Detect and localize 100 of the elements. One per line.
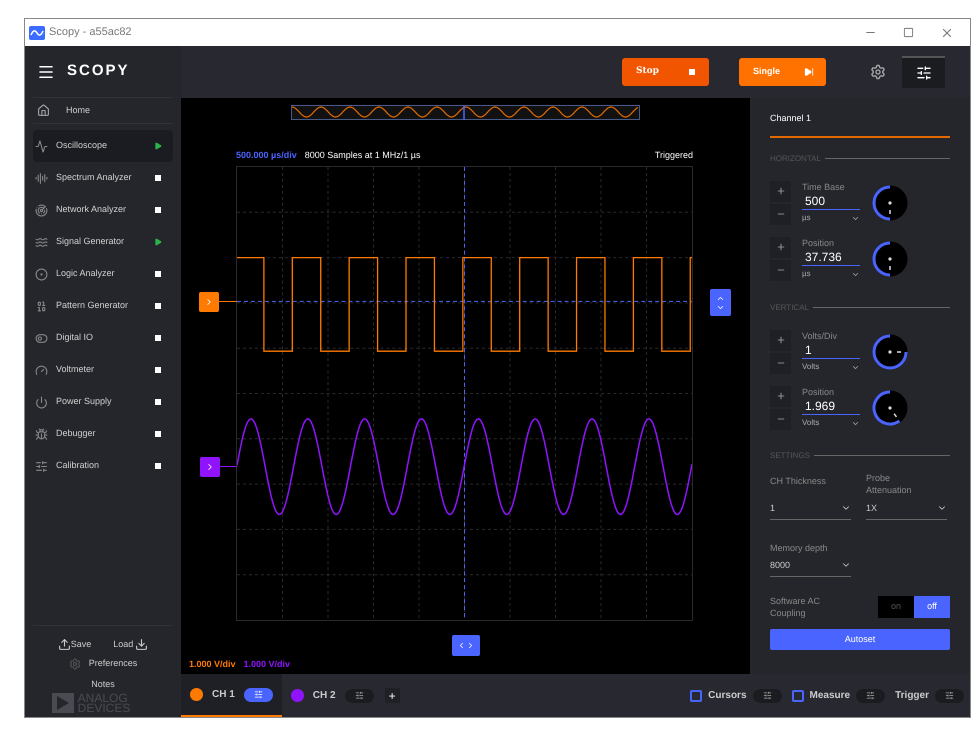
tool-label: Power Supply (56, 395, 113, 408)
channel-settings-button[interactable] (902, 56, 945, 88)
tool-label: Spectrum Analyzer (56, 171, 133, 184)
memory-dropdown[interactable]: 8000 (770, 558, 851, 577)
channel-menu-button[interactable] (244, 688, 273, 702)
window-title: Scopy - a55ac82 (49, 25, 132, 40)
tool-item[interactable]: Signal Generator (33, 226, 173, 258)
channel-offset-handle[interactable] (199, 292, 219, 312)
sample-info: 8000 Samples at 1 MHz/1 µs (304, 149, 420, 162)
tool-toggle-label[interactable]: Cursors (708, 688, 747, 703)
channel-tab[interactable]: CH 2 (282, 674, 383, 717)
knob[interactable] (870, 332, 910, 372)
tool-icon (35, 140, 48, 152)
channel-offset-handle[interactable] (200, 457, 220, 477)
value-field[interactable]: 500 (802, 194, 860, 210)
knob[interactable] (870, 238, 910, 278)
time-position-handle[interactable] (452, 634, 480, 656)
tool-item[interactable]: Spectrum Analyzer (33, 162, 173, 194)
tool-menu-button[interactable] (856, 688, 886, 702)
tool-item[interactable]: Calibration (33, 450, 173, 482)
tool-label: Network Analyzer (56, 203, 128, 216)
tool-item[interactable]: Pattern Generator (33, 290, 173, 322)
plus-icon (776, 335, 786, 345)
sliders-icon (866, 691, 876, 700)
trigger-level-handle[interactable] (710, 289, 731, 316)
sliders-icon (916, 65, 932, 81)
tool-label: Debugger (56, 427, 97, 440)
field-label: CH Thickness (770, 475, 827, 488)
unit-dropdown[interactable]: µs (802, 212, 860, 224)
tool-icon (35, 204, 48, 216)
volts-per-div: 1.000 V/div (244, 658, 290, 670)
brand-logo-icon (52, 693, 74, 713)
increment-button[interactable] (770, 386, 791, 406)
home-item[interactable]: Home (33, 98, 173, 124)
checkbox[interactable] (690, 690, 702, 702)
channel-tab[interactable]: CH 1 (181, 674, 282, 717)
checkbox[interactable] (792, 690, 804, 702)
signal-overview[interactable] (291, 105, 640, 120)
load-icon[interactable] (135, 638, 148, 651)
notes-link[interactable]: Notes (91, 678, 115, 691)
plus-icon (776, 242, 786, 252)
tool-item[interactable]: Voltmeter (33, 354, 173, 386)
toggle-option[interactable]: off (914, 596, 950, 618)
tool-toggle-label[interactable]: Measure (810, 688, 850, 703)
tool-item[interactable]: Digital IO (33, 322, 173, 354)
plus-icon (776, 186, 786, 196)
tool-icon (35, 268, 48, 280)
channel-menu-button[interactable] (344, 688, 374, 702)
time-per-div: 500.000 µs/div (236, 149, 297, 162)
knob[interactable] (870, 182, 910, 222)
increment-button[interactable] (770, 180, 791, 202)
tool-item[interactable]: Power Supply (33, 386, 173, 418)
tool-toggle-label[interactable]: Trigger (895, 688, 929, 703)
unit-dropdown[interactable]: Volts (802, 361, 860, 374)
save-link[interactable]: Save (70, 638, 92, 651)
control-label: Volts/Div (802, 330, 838, 343)
field-label: Memory depth (770, 542, 829, 555)
save-icon[interactable] (58, 638, 71, 651)
tool-menu-button[interactable] (935, 688, 964, 702)
unit-dropdown[interactable]: Volts (802, 417, 860, 430)
value-field[interactable]: 37.736 (802, 250, 860, 266)
unit-dropdown[interactable]: µs (802, 268, 860, 280)
tool-menu-button[interactable] (752, 688, 782, 702)
increment-button[interactable] (770, 330, 791, 350)
app-icon (29, 26, 45, 40)
coupling-toggle[interactable]: on off (878, 596, 950, 618)
volts-per-div: 1.000 V/div (189, 658, 236, 670)
sliders-icon (354, 691, 364, 700)
preferences-link[interactable]: Preferences (88, 657, 138, 670)
value-field[interactable]: 1.969 (802, 399, 860, 416)
tool-icon (35, 428, 48, 440)
app-logo: SCOPY (67, 61, 130, 82)
tool-item[interactable]: Logic Analyzer (33, 258, 173, 290)
increment-button[interactable] (770, 236, 791, 258)
field-label: Probe Attenuation (866, 472, 913, 496)
tool-icon (35, 396, 48, 408)
settings-icon[interactable] (870, 64, 886, 80)
control-label: Position (802, 386, 836, 399)
thickness-dropdown[interactable]: 1 (770, 502, 851, 520)
tool-item[interactable]: Debugger (33, 418, 173, 450)
tool-item[interactable]: Oscilloscope (33, 130, 173, 162)
maximize-icon[interactable] (903, 27, 914, 38)
load-link[interactable]: Load (113, 638, 134, 651)
tool-label: Pattern Generator (56, 299, 130, 312)
home-icon (37, 104, 50, 117)
probe-dropdown[interactable]: 1X (866, 502, 947, 520)
tool-icon (35, 364, 48, 376)
add-channel-button[interactable]: + (384, 688, 400, 703)
sliders-icon (762, 691, 772, 700)
step-icon (804, 67, 814, 77)
value-field[interactable]: 1 (802, 343, 860, 360)
plus-icon (776, 391, 786, 401)
tool-icon (35, 300, 48, 312)
control-label: Position (802, 236, 836, 250)
knob[interactable] (870, 388, 910, 428)
panel-title: Channel 1 (770, 112, 950, 138)
tool-label: Voltmeter (56, 363, 96, 376)
tool-item[interactable]: Network Analyzer (33, 194, 173, 226)
autoset-button[interactable]: Autoset (770, 629, 950, 650)
sliders-icon (254, 690, 263, 699)
